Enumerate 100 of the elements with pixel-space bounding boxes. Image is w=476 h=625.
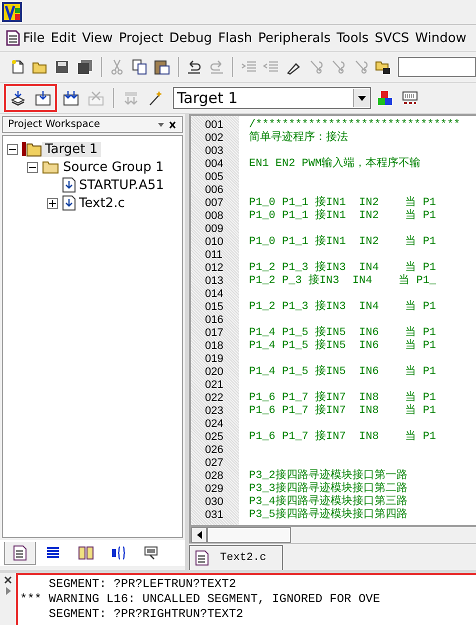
code-line: P1_4 P1_5 接IN5 IN6 当 P1 [249,366,436,379]
code-line: P1_0 P1_1 接IN1 IN2 当 P1 [249,210,436,223]
tree-item[interactable]: Source Group 1 [60,160,167,174]
floppy-disks-icon [76,59,93,75]
file-icon [62,177,76,193]
line-number: 008 [204,210,224,223]
menu-item[interactable]: SVCS [372,30,412,46]
search-field[interactable] [398,57,476,77]
editor-tab[interactable]: Text2.c [189,545,283,570]
code-line: EN1 EN2 PWM输入端，本程序不输 [249,158,421,171]
line-number: 031 [204,509,224,522]
folder-binoculars-icon [375,59,392,75]
code-line: P1_6 P1_7 接IN7 IN8 当 P1 [249,392,436,404]
code-line: P1_4 P1_5 接IN5 IN6 当 P1 [249,327,436,339]
close-icon[interactable] [4,576,12,584]
code-line: /******************************* [249,119,460,131]
keyboard-icon [402,91,418,105]
dropdown-caret-icon [358,96,366,100]
redo-icon [208,59,225,75]
line-number: 018 [204,340,224,353]
output-line: *** WARNING L16: UNCALLED SEGMENT, IGNORED FOR OVE [20,592,382,607]
scroll-left-icon[interactable] [196,531,202,539]
stop-build-icon [88,90,104,106]
code-line: P3_3接四路寻迹模块接口第二路 [249,483,408,495]
expander-toggle[interactable] [27,162,38,172]
list-icon [45,544,61,560]
line-number: 025 [204,431,224,444]
line-number: 001 [204,119,224,132]
output-line: SEGMENT: ?PR?LEFTRUN?TEXT2 [48,577,238,592]
code-line: P3_4接四路寻迹模块接口第三路 [249,496,408,508]
line-number: 030 [204,496,224,509]
output-line: SEGMENT: ?PR?RIGHTRUN?TEXT2 [48,607,244,622]
expander-toggle[interactable] [47,198,58,208]
line-number: 029 [204,483,224,496]
line-number: 009 [204,223,224,236]
menu-item[interactable]: File [20,30,48,46]
new-file-icon [10,59,26,75]
line-number: 017 [204,327,224,340]
target-dropdown[interactable]: Target 1 [173,87,371,109]
code-line: P1_0 P1_1 接IN1 IN2 当 P1 [249,236,436,249]
line-number: 003 [204,145,224,158]
document-icon [194,550,210,566]
target-folder-icon [22,141,42,157]
code-line: P3_5接四路寻迹模块接口第四路 [249,509,408,522]
line-number: 024 [204,418,224,431]
tree-item[interactable]: Target 1 [42,142,101,156]
menu-item[interactable]: Edit [48,30,79,46]
file-icon [62,195,76,211]
panel-controls-icon[interactable] [157,120,177,128]
app-logo-icon [2,2,22,22]
line-number: 002 [204,132,224,145]
download-arrows-icon [123,90,139,106]
code-line: P1_4 P1_5 接IN5 IN6 当 P1 [249,340,436,353]
line-number: 005 [204,171,224,184]
line-number: 011 [204,249,224,262]
menu-item[interactable]: Project [116,30,166,46]
code-line: P1_2 P1_3 接IN3 IN4 当 P1 [249,301,436,314]
code-line: P1_0 P1_1 接IN1 IN2 当 P1 [249,197,436,209]
line-number: 014 [204,288,224,301]
line-number: 007 [204,197,224,210]
line-number: 020 [204,366,224,379]
line-number: 022 [204,392,224,405]
panel-tab[interactable] [4,542,36,564]
code-editor[interactable] [189,114,476,527]
code-line: 简单寻迹程序：接法 [249,132,348,145]
copy-icon [132,59,148,75]
expand-arrow-icon[interactable] [6,587,10,595]
template-icon [144,544,160,560]
colored-blocks-icon [377,90,393,106]
line-number: 006 [204,184,224,197]
document-icon [12,544,28,560]
line-number: 027 [204,457,224,470]
document-icon [6,30,20,46]
panel-title: Project Workspace [8,119,100,130]
expander-toggle[interactable] [7,144,18,154]
line-number: 023 [204,405,224,418]
magic-wand-icon [148,90,164,106]
braces-icon [111,544,127,560]
line-number: 021 [204,379,224,392]
stacked-pages-icon [10,90,26,106]
menu-item[interactable]: Peripherals [255,30,334,46]
code-line: P1_6 P1_7 接IN7 IN8 当 P1 [249,405,436,418]
tree-item[interactable]: STARTUP.A51 [76,178,168,192]
line-number: 016 [204,314,224,327]
tree-item[interactable]: Text2.c [76,196,128,210]
menu-item[interactable]: Flash [215,30,256,46]
menu-item[interactable]: Tools [334,30,372,46]
rebuild-all-icon [63,90,79,106]
code-line: P1_2 P_3 接IN3 IN4 当 P1_ [249,275,436,288]
menu-item[interactable]: View [78,30,116,46]
line-number: 028 [204,470,224,483]
line-number: 026 [204,444,224,457]
build-icon [35,90,51,106]
clipboard-icon [154,59,170,75]
code-line: P3_2接四路寻迹模块接口第一路 [249,470,408,482]
book-icon [78,544,94,560]
menu-item[interactable]: Window [412,30,470,46]
line-number: 010 [204,236,224,249]
menu-item[interactable]: Debug [166,30,216,46]
code-line: P1_2 P1_3 接IN3 IN4 当 P1 [249,262,436,274]
